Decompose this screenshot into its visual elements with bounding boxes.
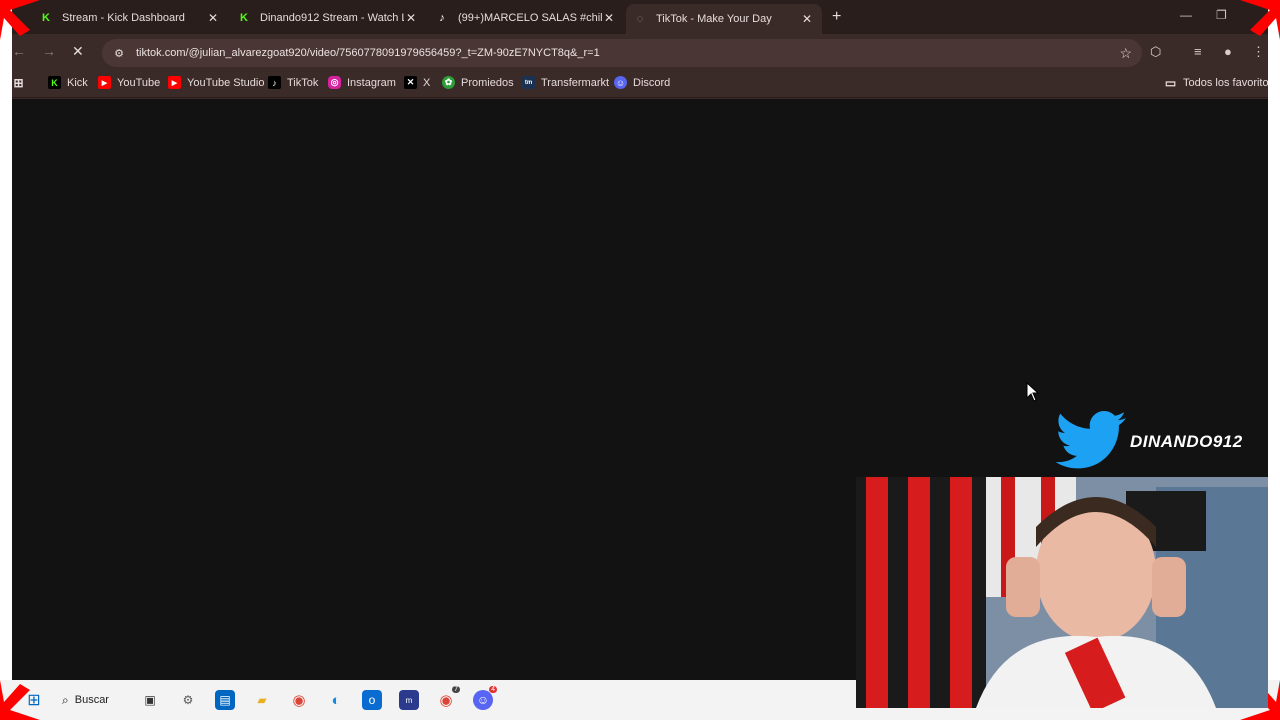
webcam-feed-image <box>856 477 1268 708</box>
tab-dinando-stream[interactable]: K Dinando912 Stream - Watch Live ✕ <box>230 6 426 30</box>
extensions-icon[interactable]: ⬡ <box>1150 44 1161 60</box>
browser-toolbar: ← → ✕ ⚙ tiktok.com/@julian_alvarezgoat92… <box>12 34 1268 70</box>
close-icon[interactable]: ✕ <box>800 12 814 26</box>
discord-taskbar-icon[interactable]: ☺ 4 <box>473 686 497 710</box>
bookmark-youtube-studio[interactable]: ▶ YouTube Studio <box>168 76 264 89</box>
address-bar[interactable]: ⚙ tiktok.com/@julian_alvarezgoat920/vide… <box>102 39 1142 67</box>
site-settings-icon[interactable]: ⚙ <box>112 46 126 60</box>
minimize-icon[interactable]: — <box>1180 8 1192 22</box>
youtube-icon: ▶ <box>98 76 111 89</box>
tiktok-icon: ♪ <box>439 12 445 24</box>
bookmark-label: Kick <box>67 76 88 89</box>
x-icon: ✕ <box>404 76 417 89</box>
tab-strip: K Stream - Kick Dashboard ✕ K Dinando912… <box>12 0 1268 34</box>
red-corner-top-right <box>1240 0 1280 40</box>
chrome-icon[interactable]: ◉ <box>289 690 309 710</box>
youtube-studio-icon: ▶ <box>168 76 181 89</box>
folder-icon: ▭ <box>1164 75 1177 90</box>
settings-icon[interactable]: ⚙ <box>178 690 198 710</box>
close-icon[interactable]: ✕ <box>602 11 616 25</box>
store-icon[interactable]: ▤ <box>215 690 235 710</box>
tab-marcelo-salas[interactable]: ♪ (99+)MARCELO SALAS #chilecu ✕ <box>428 6 624 30</box>
notification-badge: 7 <box>452 686 460 693</box>
twitter-overlay: DINANDO912 <box>1055 410 1276 476</box>
webcam-overlay <box>856 477 1268 708</box>
bookmark-label: YouTube Studio <box>187 76 265 89</box>
all-bookmarks[interactable]: ▭ Todos los favoritos <box>1164 75 1268 90</box>
promiedos-icon: ✿ <box>442 76 455 89</box>
bookmark-label: TikTok <box>287 76 319 89</box>
tab-title: Stream - Kick Dashboard <box>62 12 185 24</box>
outlook-icon[interactable]: o <box>362 690 382 710</box>
bookmark-tiktok[interactable]: ♪ TikTok <box>268 76 318 89</box>
apps-grid-icon[interactable]: ⊞ <box>12 75 31 90</box>
bookmark-label: X <box>423 76 431 89</box>
bookmark-star-icon[interactable]: ☆ <box>1119 45 1132 62</box>
bookmark-label: Promiedos <box>461 76 514 89</box>
stop-loading-button[interactable]: ✕ <box>72 43 84 60</box>
tab-title: Dinando912 Stream - Watch Live <box>260 12 404 24</box>
instagram-icon: ◎ <box>328 76 341 89</box>
transfermarkt-icon: tm <box>522 76 535 89</box>
grid-icon: ⊞ <box>13 75 24 90</box>
tab-title: TikTok - Make Your Day <box>656 13 772 25</box>
search-label: Buscar <box>74 694 109 706</box>
twitter-bird-icon <box>1055 411 1126 469</box>
bookmark-instagram[interactable]: ◎ Instagram <box>328 76 396 89</box>
bookmark-youtube[interactable]: ▶ YouTube <box>98 76 160 89</box>
edge-icon[interactable]: ◐ <box>326 690 346 710</box>
loading-icon: ◌ <box>636 13 644 25</box>
tab-tiktok-active[interactable]: ◌ TikTok - Make Your Day ✕ <box>626 4 822 34</box>
bookmark-label: Instagram <box>347 76 396 89</box>
red-corner-top-left <box>0 0 40 40</box>
all-bookmarks-label: Todos los favoritos <box>1183 76 1268 89</box>
kick-icon: K <box>48 76 61 89</box>
mouse-cursor-icon <box>1026 382 1040 402</box>
twitter-handle: DINANDO912 <box>1130 432 1243 451</box>
tiktok-icon: ♪ <box>268 76 281 89</box>
tab-kick-dashboard[interactable]: K Stream - Kick Dashboard ✕ <box>32 6 228 30</box>
close-icon[interactable]: ✕ <box>206 11 220 25</box>
bookmark-label: Discord <box>633 76 671 89</box>
file-explorer-icon[interactable]: ▰ <box>252 690 272 710</box>
bookmark-promiedos[interactable]: ✿ Promiedos <box>442 76 514 89</box>
screen: K Stream - Kick Dashboard ✕ K Dinando912… <box>0 0 1280 720</box>
task-view-icon[interactable]: ▣ <box>140 690 160 710</box>
tab-title: (99+)MARCELO SALAS #chilecu <box>458 12 602 24</box>
taskbar-search[interactable]: ⌕ Buscar <box>62 689 132 711</box>
kick-icon: K <box>240 12 248 24</box>
bookmark-x[interactable]: ✕ X <box>404 76 430 89</box>
bookmark-transfermarkt[interactable]: tm Transfermarkt <box>522 76 609 89</box>
media-app-icon[interactable]: m <box>399 690 419 710</box>
red-corner-bottom-left <box>0 680 40 720</box>
address-url[interactable]: tiktok.com/@julian_alvarezgoat920/video/… <box>136 47 600 59</box>
bookmark-kick[interactable]: K Kick <box>48 76 88 89</box>
chrome-profile-icon[interactable]: ◉ 7 <box>436 686 460 710</box>
media-control-icon[interactable]: ≡ <box>1194 44 1202 59</box>
new-tab-button[interactable]: + <box>832 8 841 26</box>
search-icon: ⌕ <box>62 692 69 707</box>
discord-icon: ☺ <box>614 76 627 89</box>
bookmark-label: Transfermarkt <box>541 76 610 89</box>
notification-badge: 4 <box>489 686 497 693</box>
close-icon[interactable]: ✕ <box>404 11 418 25</box>
bookmark-label: YouTube <box>117 76 161 89</box>
bookmark-discord[interactable]: ☺ Discord <box>614 76 670 89</box>
bookmarks-bar: ⊞ K Kick ▶ YouTube ▶ YouTube Studio ♪ Ti… <box>12 70 1268 98</box>
